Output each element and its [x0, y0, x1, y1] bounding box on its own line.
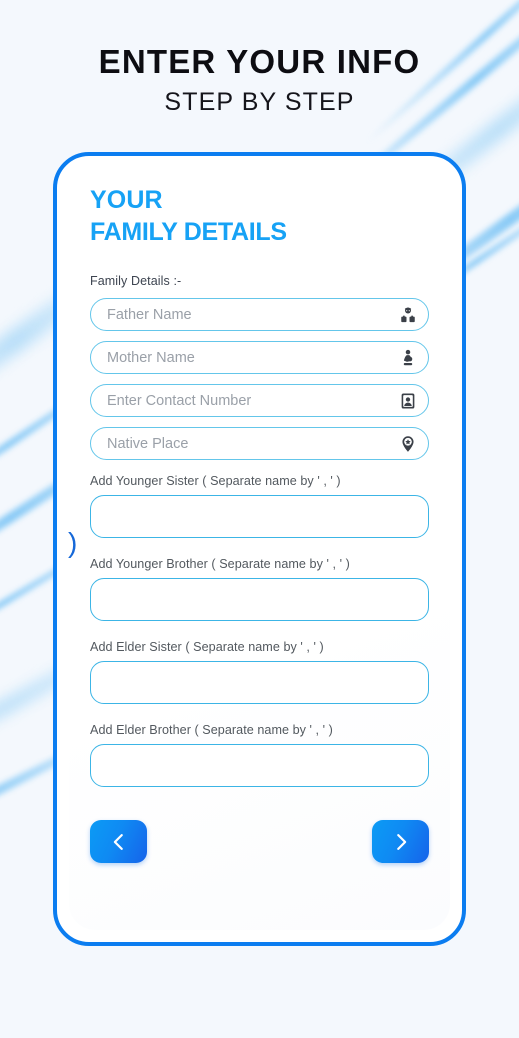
elder-sister-label: Add Elder Sister ( Separate name by ' , …: [90, 640, 324, 654]
chevron-right-icon: [390, 831, 412, 853]
page-header: ENTER YOUR INFO STEP BY STEP: [0, 0, 519, 118]
phone-frame: YOUR FAMILY DETAILS Family Details :- Fa…: [53, 152, 466, 946]
field-native-place: [90, 427, 429, 460]
elder-brother-input[interactable]: [90, 744, 429, 787]
native-place-input[interactable]: [90, 427, 429, 460]
field-contact-number: [90, 384, 429, 417]
group-elder-sister: Add Elder Sister ( Separate name by ' , …: [90, 640, 429, 709]
page-subtitle: STEP BY STEP: [164, 87, 355, 116]
form-heading-line-2: FAMILY DETAILS: [90, 218, 287, 246]
contact-number-input[interactable]: [90, 384, 429, 417]
mother-name-input[interactable]: [90, 341, 429, 374]
group-younger-sister: Add Younger Sister ( Separate name by ' …: [90, 474, 429, 543]
phone-screen: YOUR FAMILY DETAILS Family Details :- Fa…: [69, 168, 450, 930]
group-younger-brother: Add Younger Brother ( Separate name by '…: [90, 557, 429, 626]
younger-brother-input[interactable]: [90, 578, 429, 621]
navigation-row: [90, 820, 429, 863]
field-mother-name: [90, 341, 429, 374]
younger-sister-label: Add Younger Sister ( Separate name by ' …: [90, 474, 341, 488]
younger-sister-input[interactable]: [90, 495, 429, 538]
elder-brother-label: Add Elder Brother ( Separate name by ' ,…: [90, 723, 333, 737]
form-heading-line-1: YOUR: [90, 186, 163, 214]
elder-sister-input[interactable]: [90, 661, 429, 704]
chevron-left-icon: [108, 831, 130, 853]
section-label: Family Details :-: [90, 274, 182, 288]
field-father-name: [90, 298, 429, 331]
group-elder-brother: Add Elder Brother ( Separate name by ' ,…: [90, 723, 429, 792]
previous-button[interactable]: [90, 820, 147, 863]
page-title: ENTER YOUR INFO: [98, 43, 421, 80]
form-heading: YOUR FAMILY DETAILS: [90, 184, 429, 248]
overflow-parenthesis-artifact: ): [68, 527, 78, 558]
father-name-input[interactable]: [90, 298, 429, 331]
younger-brother-label: Add Younger Brother ( Separate name by '…: [90, 557, 350, 571]
next-button[interactable]: [372, 820, 429, 863]
